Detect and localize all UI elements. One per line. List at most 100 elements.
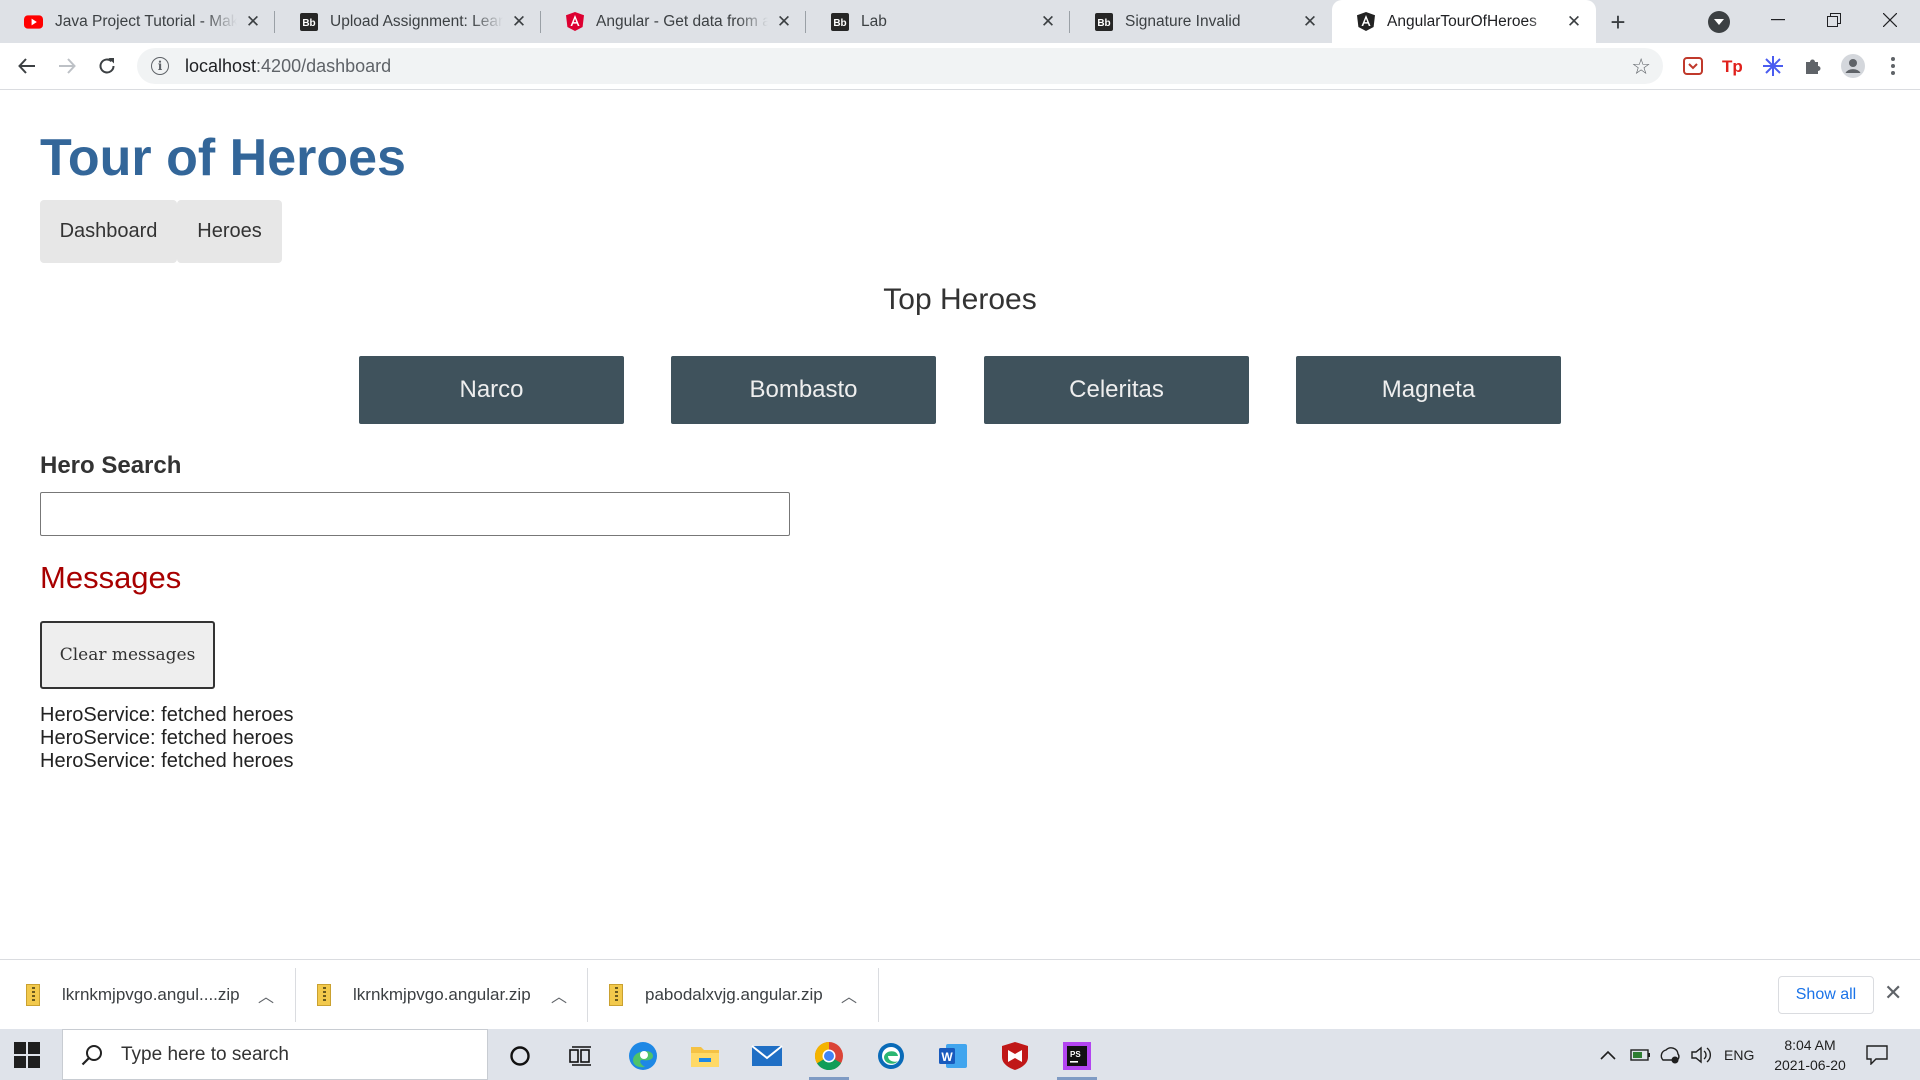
download-item[interactable]: pabodalxvjg.angular.zip ︿ xyxy=(609,960,873,1030)
network-icon[interactable] xyxy=(1658,1029,1682,1080)
tab-title: Upload Assignment: Learnin xyxy=(330,12,503,30)
svg-text:Bb: Bb xyxy=(1097,18,1110,29)
notifications-icon[interactable] xyxy=(1866,1029,1888,1080)
hero-card-narco[interactable]: Narco xyxy=(359,356,624,424)
taskbar-search-placeholder: Type here to search xyxy=(121,1043,289,1065)
tab-lab[interactable]: Bb Lab ✕ xyxy=(806,0,1070,43)
close-tab-icon[interactable]: ✕ xyxy=(1300,12,1320,32)
restore-window-button[interactable] xyxy=(1806,0,1862,40)
tab-search-icon[interactable] xyxy=(1708,11,1730,33)
input-language-indicator[interactable]: ENG xyxy=(1724,1029,1754,1080)
show-all-downloads-button[interactable]: Show all xyxy=(1778,976,1874,1014)
message-item: HeroService: fetched heroes xyxy=(40,727,294,749)
tab-title: Java Project Tutorial - Make xyxy=(55,12,237,30)
close-tab-icon[interactable]: ✕ xyxy=(1038,12,1058,32)
svg-text:PS: PS xyxy=(1070,1050,1081,1059)
message-item: HeroService: fetched heroes xyxy=(40,704,294,726)
task-view-icon[interactable] xyxy=(555,1035,607,1077)
close-shelf-icon[interactable]: ✕ xyxy=(1884,980,1902,1006)
profile-avatar-icon[interactable] xyxy=(1840,53,1866,79)
clock-time: 8:04 AM xyxy=(1784,1036,1836,1053)
hero-card-bombasto[interactable]: Bombasto xyxy=(671,356,936,424)
word-icon[interactable]: W xyxy=(927,1035,979,1077)
close-tab-icon[interactable]: ✕ xyxy=(774,12,794,32)
tab-signature-invalid[interactable]: Bb Signature Invalid ✕ xyxy=(1070,0,1332,43)
svg-text:W: W xyxy=(941,1050,953,1064)
reload-button[interactable] xyxy=(92,51,122,81)
clear-messages-button[interactable]: Clear messages xyxy=(40,621,215,689)
cortana-icon[interactable] xyxy=(494,1035,546,1077)
download-filename: lkrnkmjpvgo.angular.zip xyxy=(353,985,531,1004)
windows-start-icon[interactable] xyxy=(14,1042,40,1068)
zip-file-icon xyxy=(609,984,623,1006)
tab-angular-tour-of-heroes[interactable]: AngularTourOfHeroes ✕ xyxy=(1332,0,1596,43)
browser-toolbar: i localhost:4200/dashboard ☆ Tp xyxy=(0,43,1920,90)
url-path: :4200/dashboard xyxy=(256,55,392,76)
mcafee-icon[interactable] xyxy=(989,1035,1041,1077)
close-tab-icon[interactable]: ✕ xyxy=(1564,12,1584,32)
tp-extension-icon[interactable]: Tp xyxy=(1720,53,1746,79)
tab-java-project-tutorial[interactable]: Java Project Tutorial - Make ✕ xyxy=(0,0,275,43)
message-list: HeroService: fetched heroes HeroService:… xyxy=(40,704,293,773)
tab-title: Angular - Get data from a se xyxy=(596,12,768,30)
tab-upload-assignment[interactable]: Bb Upload Assignment: Learnin ✕ xyxy=(275,0,541,43)
svg-text:Tp: Tp xyxy=(1722,57,1743,76)
message-item: HeroService: fetched heroes xyxy=(40,750,294,772)
chevron-up-icon[interactable]: ︿ xyxy=(841,983,857,1007)
file-explorer-icon[interactable] xyxy=(679,1035,731,1077)
top-heroes-heading: Top Heroes xyxy=(883,283,1037,316)
pocket-extension-icon[interactable] xyxy=(1680,53,1706,79)
mail-icon[interactable] xyxy=(741,1035,793,1077)
nav-heroes-link[interactable]: Heroes xyxy=(177,200,282,263)
taskbar-search-box[interactable]: Type here to search xyxy=(62,1029,488,1080)
bookmark-star-icon[interactable]: ☆ xyxy=(1631,54,1651,80)
chevron-up-icon[interactable]: ︿ xyxy=(551,983,567,1007)
app-title: Tour of Heroes xyxy=(40,129,406,187)
search-icon xyxy=(77,1040,107,1070)
zip-file-icon xyxy=(26,984,40,1006)
chrome-icon[interactable] xyxy=(803,1035,855,1080)
extensions-puzzle-icon[interactable] xyxy=(1800,53,1826,79)
minimize-window-button[interactable] xyxy=(1750,0,1806,40)
snowflake-extension-icon[interactable] xyxy=(1760,53,1786,79)
taskbar-clock[interactable]: 8:04 AM 2021-06-20 xyxy=(1762,1029,1858,1080)
divider xyxy=(587,968,588,1022)
download-item[interactable]: lkrnkmjpvgo.angul....zip ︿ xyxy=(26,960,290,1030)
site-info-icon[interactable]: i xyxy=(151,57,169,75)
back-button[interactable] xyxy=(12,51,42,81)
forward-button[interactable] xyxy=(52,51,82,81)
volume-icon[interactable] xyxy=(1690,1029,1712,1080)
close-window-button[interactable] xyxy=(1862,0,1918,40)
battery-icon[interactable] xyxy=(1630,1029,1652,1080)
download-item[interactable]: lkrnkmjpvgo.angular.zip ︿ xyxy=(317,960,581,1030)
messages-heading: Messages xyxy=(40,560,182,595)
tab-title: Signature Invalid xyxy=(1125,12,1241,30)
hero-search-input[interactable] xyxy=(40,492,790,536)
svg-text:Bb: Bb xyxy=(833,18,846,29)
download-filename: pabodalxvjg.angular.zip xyxy=(645,985,823,1004)
angular-icon xyxy=(565,12,584,31)
nav-dashboard-link[interactable]: Dashboard xyxy=(40,200,177,263)
clock-date: 2021-06-20 xyxy=(1774,1056,1846,1073)
close-tab-icon[interactable]: ✕ xyxy=(243,12,263,32)
browser-menu-icon[interactable] xyxy=(1880,53,1906,79)
tab-angular-get-data[interactable]: Angular - Get data from a se ✕ xyxy=(541,0,806,43)
divider xyxy=(878,968,879,1022)
chevron-up-icon[interactable]: ︿ xyxy=(258,983,274,1007)
address-bar[interactable]: i localhost:4200/dashboard ☆ xyxy=(137,48,1663,84)
show-hidden-icons-chevron-icon[interactable] xyxy=(1600,1029,1616,1080)
hero-card-magneta[interactable]: Magneta xyxy=(1296,356,1561,424)
edge-legacy-icon[interactable] xyxy=(865,1035,917,1077)
close-tab-icon[interactable]: ✕ xyxy=(509,12,529,32)
new-tab-button[interactable]: + xyxy=(1602,6,1634,38)
tab-title: AngularTourOfHeroes xyxy=(1387,12,1537,30)
zip-file-icon xyxy=(317,984,331,1006)
hero-card-celeritas[interactable]: Celeritas xyxy=(984,356,1249,424)
angular-icon xyxy=(1356,12,1375,31)
url-text: localhost:4200/dashboard xyxy=(185,56,391,77)
url-host: localhost xyxy=(185,55,257,76)
hero-search-label: Hero Search xyxy=(40,452,182,479)
edge-browser-icon[interactable] xyxy=(617,1035,669,1077)
phpstorm-icon[interactable]: PS xyxy=(1051,1035,1103,1080)
svg-text:Bb: Bb xyxy=(302,18,315,29)
